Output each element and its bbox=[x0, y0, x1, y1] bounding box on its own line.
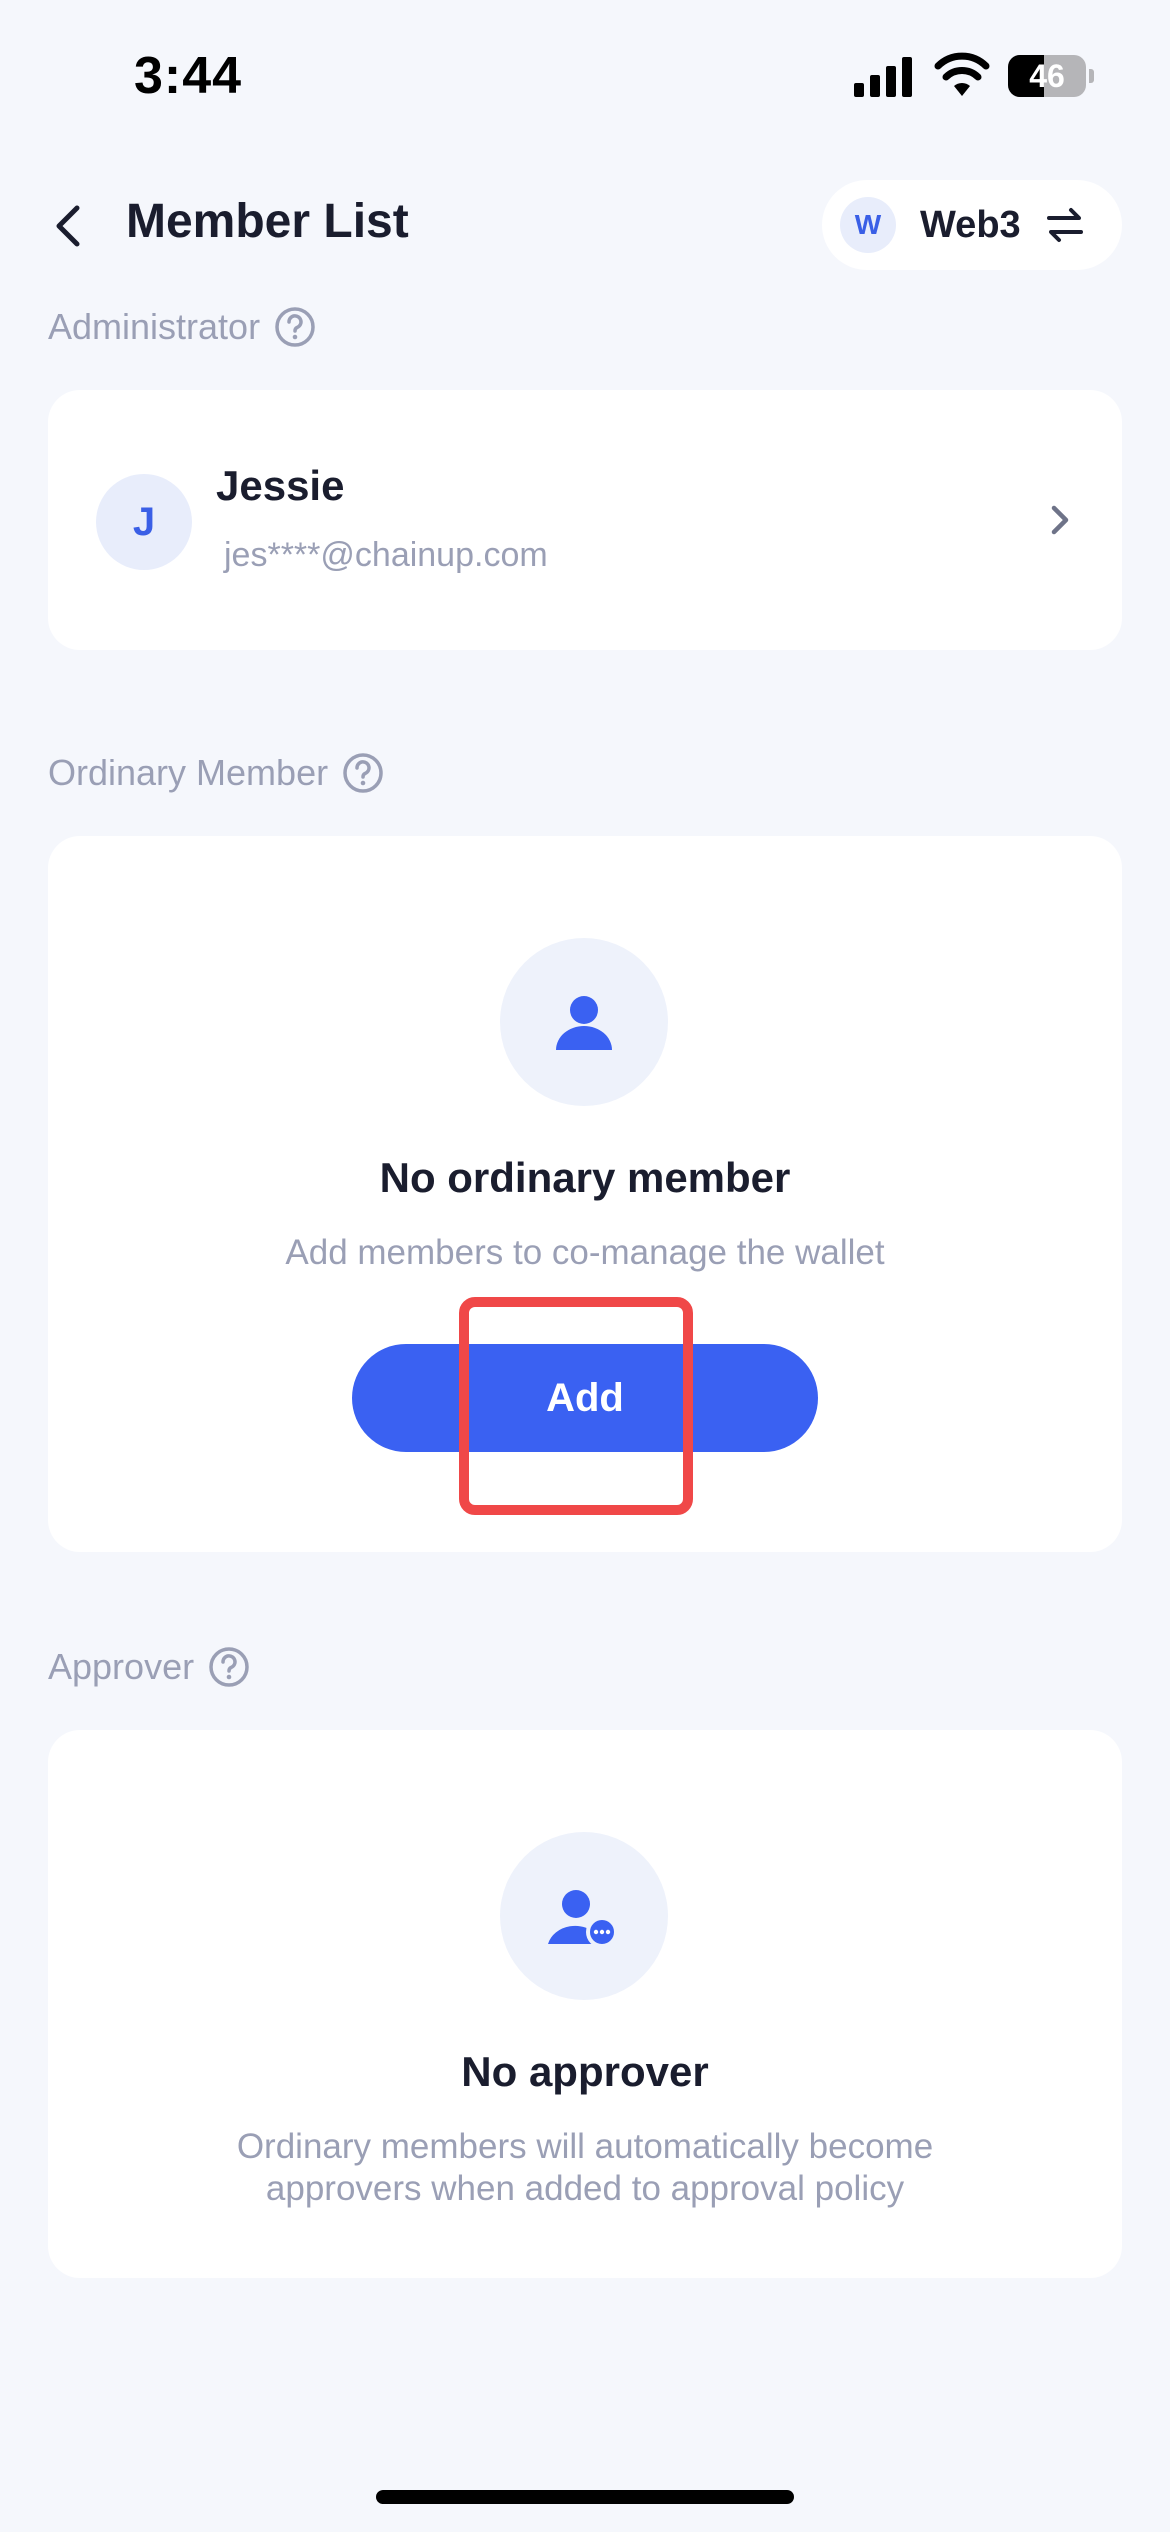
swap-arrows-icon bbox=[1046, 208, 1083, 242]
wallet-switch-button[interactable]: W Web3 bbox=[822, 180, 1122, 270]
question-circle-icon[interactable] bbox=[208, 1646, 250, 1688]
user-pending-icon bbox=[548, 1890, 618, 1948]
ordinary-member-label: Ordinary Member bbox=[48, 752, 329, 793]
empty-state-description: Add members to co-manage the wallet bbox=[285, 1233, 885, 1272]
chevron-left-icon bbox=[56, 205, 80, 247]
header: Member List W Web3 bbox=[0, 170, 1170, 280]
empty-state-circle bbox=[500, 938, 668, 1106]
wallet-name: Web3 bbox=[920, 203, 1021, 246]
battery-body: 46 bbox=[1008, 55, 1086, 97]
approver-label: Approver bbox=[48, 1646, 195, 1687]
approver-section-label: Approver bbox=[48, 1646, 250, 1688]
administrator-card[interactable]: J Jessie jes****@chainup.com bbox=[48, 390, 1122, 650]
administrator-section-label: Administrator bbox=[48, 306, 316, 348]
user-icon bbox=[556, 996, 612, 1050]
empty-state-circle bbox=[500, 1832, 668, 2000]
chevron-right-icon bbox=[1051, 505, 1069, 535]
admin-email: jes****@chainup.com bbox=[224, 536, 548, 574]
member-list-screen: 3:44 46 Member List W Web3 Administrator… bbox=[0, 0, 1170, 2532]
status-time: 3:44 bbox=[134, 47, 243, 105]
empty-state-description-line1: Ordinary members will automatically beco… bbox=[236, 2127, 934, 2166]
ordinary-member-section-label: Ordinary Member bbox=[48, 752, 384, 794]
battery-nub bbox=[1089, 69, 1094, 83]
admin-name: Jessie bbox=[216, 462, 345, 509]
administrator-label: Administrator bbox=[48, 306, 261, 347]
question-circle-icon[interactable] bbox=[342, 752, 384, 794]
home-indicator bbox=[376, 2490, 794, 2504]
cellular-signal-icon bbox=[854, 57, 912, 97]
question-circle-icon[interactable] bbox=[274, 306, 316, 348]
avatar: J bbox=[96, 474, 192, 570]
battery-icon: 46 bbox=[1008, 55, 1094, 97]
wifi-icon bbox=[934, 52, 990, 96]
wallet-badge: W bbox=[840, 197, 896, 253]
page-title: Member List bbox=[126, 195, 409, 248]
approver-card: No approver Ordinary members will automa… bbox=[48, 1730, 1122, 2278]
highlight-box bbox=[459, 1297, 693, 1515]
empty-state-title: No approver bbox=[461, 2048, 709, 2095]
empty-state-description-line2: approvers when added to approval policy bbox=[265, 2169, 905, 2208]
back-button[interactable] bbox=[40, 198, 96, 254]
battery-level: 46 bbox=[1029, 58, 1065, 94]
status-bar: 3:44 46 bbox=[0, 0, 1170, 150]
empty-state-title: No ordinary member bbox=[379, 1154, 791, 1201]
